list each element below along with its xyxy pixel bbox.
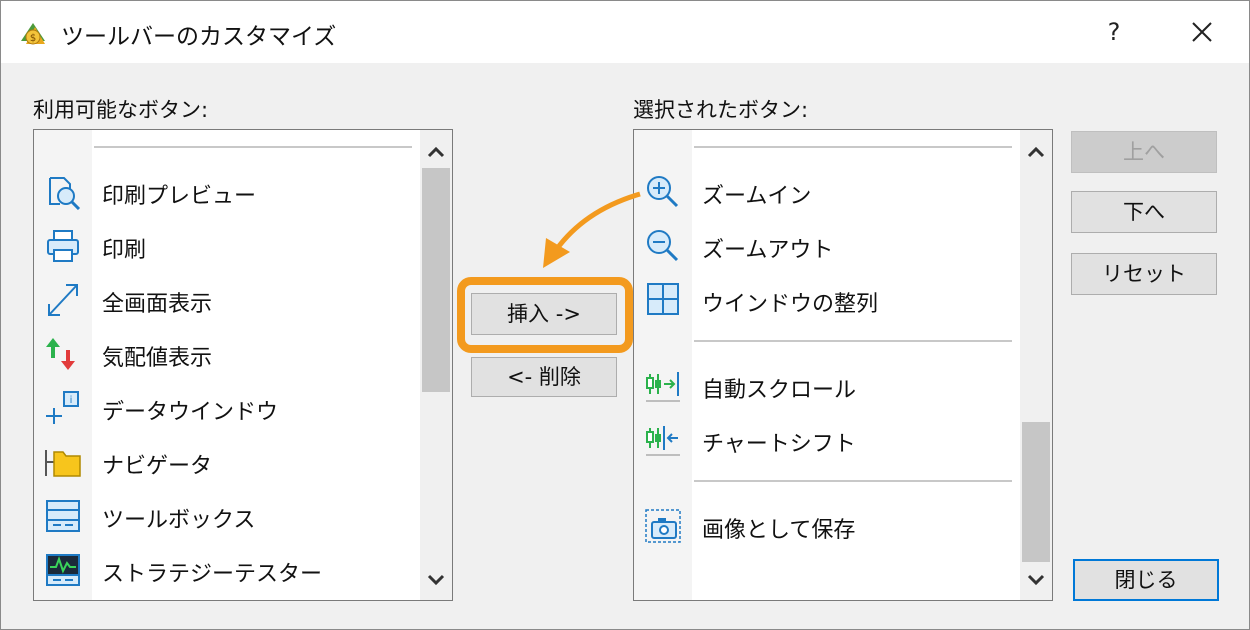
data-window-icon: i bbox=[46, 391, 79, 424]
list-item-chart-shift[interactable]: チャートシフト bbox=[634, 414, 1018, 464]
available-buttons-label: 利用可能なボタン: bbox=[33, 98, 209, 122]
chart-shift-icon bbox=[646, 426, 680, 456]
list-item-data-window[interactable]: i データウインドウ bbox=[34, 382, 418, 432]
list-item-toolbox[interactable]: ツールボックス bbox=[34, 490, 418, 540]
scroll-up-arrow-icon[interactable] bbox=[420, 140, 452, 164]
list-item-save-as-picture[interactable]: 画像として保存 bbox=[634, 500, 1018, 550]
scroll-down-arrow-icon[interactable] bbox=[1020, 568, 1052, 592]
list-item-print[interactable]: 印刷 bbox=[34, 220, 418, 270]
metatrader-app-icon: $ bbox=[21, 23, 45, 45]
separator bbox=[694, 146, 1012, 148]
scroll-up-arrow-icon[interactable] bbox=[1020, 140, 1052, 164]
auto-scroll-icon bbox=[646, 372, 680, 402]
move-down-button[interactable]: 下へ bbox=[1071, 191, 1217, 233]
list-item-label: 印刷プレビュー bbox=[102, 184, 257, 209]
toolbox-icon bbox=[46, 500, 80, 532]
scroll-thumb[interactable] bbox=[422, 168, 450, 392]
title-bar: $ ツールバーのカスタマイズ ? bbox=[1, 1, 1249, 63]
help-button[interactable]: ? bbox=[1097, 13, 1131, 51]
svg-text:i: i bbox=[70, 395, 73, 406]
selected-buttons-list[interactable]: ズームイン ズームアウト ウインドウの整列 自動スクロール チャートシフト 画像… bbox=[633, 129, 1053, 601]
separator bbox=[694, 480, 1012, 482]
list-item-label: ズームアウト bbox=[702, 238, 834, 263]
separator bbox=[94, 146, 412, 148]
strategy-tester-icon bbox=[46, 554, 80, 586]
list-item-tile-windows[interactable]: ウインドウの整列 bbox=[634, 274, 1018, 324]
zoom-in-icon bbox=[647, 176, 679, 208]
navigator-folder-icon bbox=[45, 450, 81, 477]
printer-icon bbox=[47, 230, 79, 262]
list-item-label: 全画面表示 bbox=[102, 292, 213, 317]
list-item-strategy-tester[interactable]: ストラテジーテスター bbox=[34, 544, 418, 594]
close-button[interactable]: 閉じる bbox=[1073, 559, 1219, 601]
available-buttons-list[interactable]: 印刷プレビュー 印刷 全画面表示 気配値表示 i データウインドウ ナビゲータ … bbox=[33, 129, 453, 601]
close-icon[interactable] bbox=[1181, 13, 1221, 51]
list-item-print-preview[interactable]: 印刷プレビュー bbox=[34, 166, 418, 216]
list-item-auto-scroll[interactable]: 自動スクロール bbox=[634, 360, 1018, 410]
list-item-label: 自動スクロール bbox=[702, 378, 857, 403]
print-preview-icon bbox=[49, 177, 81, 210]
move-up-button[interactable]: 上へ bbox=[1071, 131, 1217, 173]
camera-icon bbox=[645, 509, 681, 543]
remove-button[interactable]: <- 削除 bbox=[471, 357, 617, 397]
list-item-label: 気配値表示 bbox=[102, 346, 213, 371]
scroll-thumb[interactable] bbox=[1022, 422, 1050, 562]
list-item-label: 画像として保存 bbox=[702, 518, 856, 543]
list-item-zoom-in[interactable]: ズームイン bbox=[634, 166, 1018, 216]
dialog-title: ツールバーのカスタマイズ bbox=[61, 24, 337, 50]
list-item-label: ウインドウの整列 bbox=[702, 292, 879, 317]
svg-text:$: $ bbox=[30, 33, 36, 44]
fullscreen-arrow-icon bbox=[48, 284, 78, 316]
list-item-zoom-out[interactable]: ズームアウト bbox=[634, 220, 1018, 270]
list-item-fullscreen[interactable]: 全画面表示 bbox=[34, 274, 418, 324]
list-item-label: ズームイン bbox=[702, 184, 812, 209]
selected-buttons-label: 選択されたボタン: bbox=[633, 98, 809, 122]
separator bbox=[694, 340, 1012, 342]
list-item-label: ナビゲータ bbox=[102, 454, 213, 479]
list-item-label: チャートシフト bbox=[702, 432, 856, 457]
tile-windows-icon bbox=[647, 283, 679, 315]
zoom-out-icon bbox=[647, 230, 679, 262]
vertical-scrollbar[interactable] bbox=[420, 130, 452, 600]
customize-toolbar-dialog: $ ツールバーのカスタマイズ ? 利用可能なボタン: 印刷プレビュー 印刷 全画… bbox=[0, 0, 1250, 630]
vertical-scrollbar[interactable] bbox=[1020, 130, 1052, 600]
list-item-label: 印刷 bbox=[102, 238, 147, 263]
list-item-label: データウインドウ bbox=[102, 400, 279, 425]
list-item-navigator[interactable]: ナビゲータ bbox=[34, 436, 418, 486]
reset-button[interactable]: リセット bbox=[1071, 253, 1217, 295]
scroll-down-arrow-icon[interactable] bbox=[420, 568, 452, 592]
list-item-market-watch[interactable]: 気配値表示 bbox=[34, 328, 418, 378]
insert-button[interactable]: 挿入 -> bbox=[471, 293, 617, 335]
list-item-label: ストラテジーテスター bbox=[102, 562, 323, 587]
market-watch-arrows-icon bbox=[46, 338, 75, 370]
list-item-label: ツールボックス bbox=[102, 508, 256, 533]
